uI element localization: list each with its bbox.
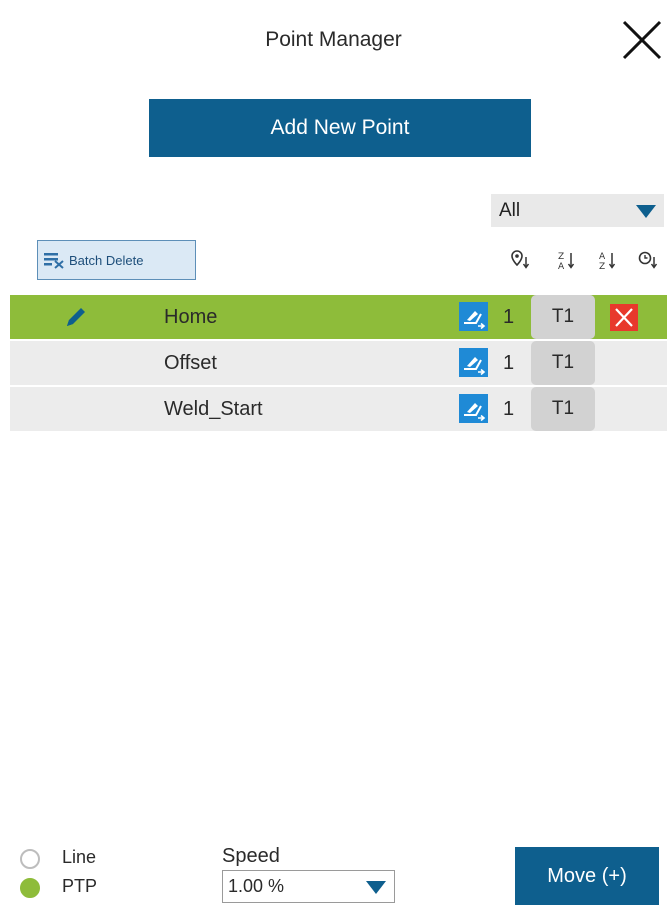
add-new-point-button[interactable]: Add New Point: [149, 99, 531, 157]
delete-icon[interactable]: [610, 304, 638, 331]
point-number: 1: [503, 306, 515, 328]
point-type-icon[interactable]: [459, 302, 488, 331]
point-type-icon[interactable]: [459, 394, 488, 423]
dropdown-arrow-icon: [366, 881, 386, 894]
point-name: Weld_Start: [164, 398, 263, 420]
point-number: 1: [503, 352, 515, 374]
ptp-radio[interactable]: [20, 878, 40, 898]
line-radio-label: Line: [62, 847, 97, 867]
sort-a-z-icon[interactable]: A Z: [597, 249, 617, 272]
speed-value: 1.00 %: [228, 876, 285, 896]
page-title: Point Manager: [265, 28, 402, 51]
point-list: Home 1 T1 Offset 1 T1 Weld_Start 1 T1: [10, 295, 667, 433]
batch-delete-button[interactable]: Batch Delete: [37, 240, 196, 280]
batch-delete-label: Batch Delete: [69, 252, 144, 268]
svg-text:A: A: [599, 252, 606, 262]
close-icon: [622, 20, 662, 60]
close-button[interactable]: [620, 18, 664, 62]
point-number: 1: [503, 398, 515, 420]
batch-delete-icon: [44, 253, 64, 269]
sort-by-position-icon[interactable]: [510, 249, 530, 271]
point-type-icon[interactable]: [459, 348, 488, 377]
point-row-offset[interactable]: Offset 1 T1: [10, 341, 667, 385]
speed-label: Speed: [222, 845, 280, 867]
point-row-home[interactable]: Home 1 T1: [10, 295, 667, 339]
tool-badge[interactable]: T1: [531, 341, 595, 385]
tool-badge[interactable]: T1: [531, 387, 595, 431]
tool-badge[interactable]: T1: [531, 295, 595, 339]
point-name: Home: [164, 306, 218, 328]
speed-dropdown[interactable]: 1.00 %: [222, 870, 395, 903]
sort-by-time-icon[interactable]: [638, 249, 658, 271]
point-row-weld-start[interactable]: Weld_Start 1 T1: [10, 387, 667, 431]
pencil-icon[interactable]: [62, 303, 90, 331]
svg-text:Z: Z: [558, 252, 564, 262]
filter-selected-value: All: [499, 199, 521, 221]
point-name: Offset: [164, 352, 217, 374]
line-radio[interactable]: [20, 849, 40, 869]
move-button[interactable]: Move (+): [515, 847, 659, 905]
svg-text:Z: Z: [599, 262, 605, 271]
ptp-radio-label: PTP: [62, 876, 98, 896]
filter-dropdown[interactable]: All: [491, 194, 664, 227]
svg-text:A: A: [558, 262, 565, 271]
dropdown-arrow-icon: [636, 205, 656, 218]
sort-z-a-icon[interactable]: Z A: [556, 249, 576, 272]
